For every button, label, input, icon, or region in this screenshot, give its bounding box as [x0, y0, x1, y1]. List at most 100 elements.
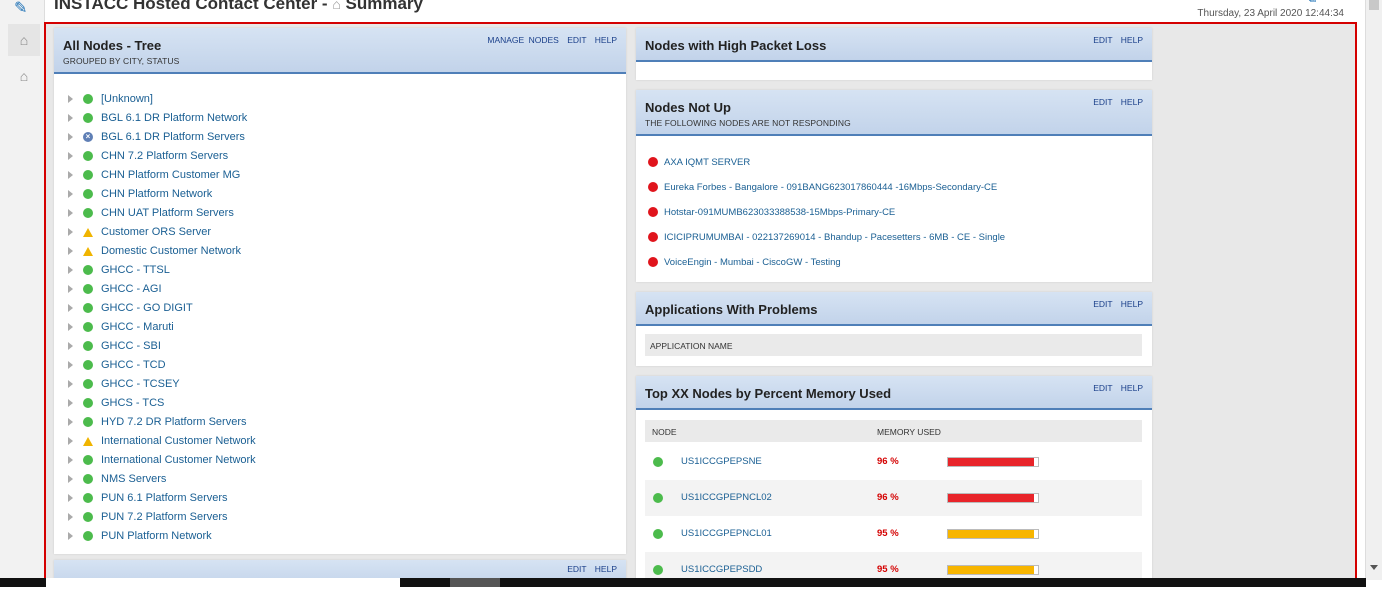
expand-triangle-icon[interactable]	[68, 304, 73, 312]
memory-table-row[interactable]: US1ICCGPEPNCL01 95 %	[645, 516, 1142, 552]
expand-triangle-icon[interactable]	[68, 418, 73, 426]
pencil-icon[interactable]: ✎	[14, 0, 27, 18]
expand-triangle-icon[interactable]	[68, 437, 73, 445]
tree-node-label[interactable]: Domestic Customer Network	[101, 245, 241, 257]
tree-node-label[interactable]: PUN Platform Network	[101, 530, 212, 542]
help-link[interactable]: HELP	[595, 564, 617, 574]
node-not-up-row[interactable]: VoiceEngin - Mumbai - CiscoGW - Testing	[648, 254, 841, 270]
expand-triangle-icon[interactable]	[68, 133, 73, 141]
tree-node-row[interactable]: International Customer Network	[68, 432, 256, 450]
tree-node-row[interactable]: GHCS - TCS	[68, 394, 164, 412]
node-not-up-label[interactable]: VoiceEngin - Mumbai - CiscoGW - Testing	[664, 257, 841, 268]
tree-node-label[interactable]: GHCC - GO DIGIT	[101, 302, 193, 314]
tree-node-row[interactable]: Domestic Customer Network	[68, 242, 241, 260]
tree-node-row[interactable]: [Unknown]	[68, 90, 153, 108]
expand-triangle-icon[interactable]	[68, 513, 73, 521]
tree-node-row[interactable]: GHCC - TCD	[68, 356, 166, 374]
expand-triangle-icon[interactable]	[68, 95, 73, 103]
column-header-application-name[interactable]: APPLICATION NAME	[650, 341, 733, 351]
node-not-up-label[interactable]: ICICIPRUMUMBAI - 022137269014 - Bhandup …	[664, 232, 1005, 243]
tree-node-label[interactable]: GHCC - AGI	[101, 283, 162, 295]
tree-node-row[interactable]: GHCC - GO DIGIT	[68, 299, 193, 317]
home-breadcrumb-icon[interactable]: ⌂	[332, 0, 340, 12]
help-link[interactable]: HELP	[595, 35, 617, 45]
memory-table-row[interactable]: US1ICCGPEPNCL02 96 %	[645, 480, 1142, 516]
tree-node-label[interactable]: [Unknown]	[101, 93, 153, 105]
help-link[interactable]: HELP	[1121, 97, 1143, 107]
tree-node-label[interactable]: CHN Platform Network	[101, 188, 212, 200]
tree-node-label[interactable]: HYD 7.2 DR Platform Servers	[101, 416, 246, 428]
tree-node-label[interactable]: BGL 6.1 DR Platform Network	[101, 112, 247, 124]
expand-triangle-icon[interactable]	[68, 323, 73, 331]
expand-triangle-icon[interactable]	[68, 171, 73, 179]
tree-node-row[interactable]: × BGL 6.1 DR Platform Servers	[68, 128, 245, 146]
tree-node-label[interactable]: International Customer Network	[101, 435, 256, 447]
expand-triangle-icon[interactable]	[68, 456, 73, 464]
memory-table-row[interactable]: US1ICCGPEPSDD 95 %	[645, 552, 1142, 578]
tree-node-label[interactable]: GHCC - TCSEY	[101, 378, 180, 390]
expand-triangle-icon[interactable]	[68, 532, 73, 540]
expand-triangle-icon[interactable]	[68, 228, 73, 236]
tree-node-row[interactable]: GHCC - TTSL	[68, 261, 170, 279]
tree-node-label[interactable]: BGL 6.1 DR Platform Servers	[101, 131, 245, 143]
edit-link[interactable]: EDIT	[1093, 97, 1112, 107]
manage-nodes-link[interactable]: MANAGE NODES	[487, 35, 558, 45]
tree-node-label[interactable]: CHN 7.2 Platform Servers	[101, 150, 228, 162]
tree-node-row[interactable]: HYD 7.2 DR Platform Servers	[68, 413, 246, 431]
memory-node-name[interactable]: US1ICCGPEPNCL02	[681, 492, 772, 503]
expand-triangle-icon[interactable]	[68, 247, 73, 255]
edit-link[interactable]: EDIT	[1093, 383, 1112, 393]
tree-node-row[interactable]: PUN Platform Network	[68, 527, 212, 545]
scroll-down-icon[interactable]	[1370, 565, 1378, 570]
memory-node-name[interactable]: US1ICCGPEPSDD	[681, 564, 762, 575]
column-header-memory-used[interactable]: MEMORY USED	[877, 427, 941, 437]
memory-node-name[interactable]: US1ICCGPEPSNE	[681, 456, 762, 467]
tree-node-label[interactable]: PUN 7.2 Platform Servers	[101, 511, 228, 523]
expand-triangle-icon[interactable]	[68, 209, 73, 217]
vertical-scrollbar[interactable]	[1365, 0, 1382, 580]
expand-triangle-icon[interactable]	[68, 342, 73, 350]
tree-node-label[interactable]: NMS Servers	[101, 473, 166, 485]
node-not-up-row[interactable]: Hotstar-091MUMB623033388538-15Mbps-Prima…	[648, 204, 895, 220]
tree-node-row[interactable]: GHCC - Maruti	[68, 318, 174, 336]
edit-link[interactable]: EDIT	[567, 35, 586, 45]
tree-node-label[interactable]: Customer ORS Server	[101, 226, 211, 238]
column-header-node[interactable]: NODE	[652, 427, 677, 437]
memory-table-row[interactable]: US1ICCGPEPSNE 96 %	[645, 444, 1142, 480]
expand-triangle-icon[interactable]	[68, 475, 73, 483]
tree-node-label[interactable]: GHCC - TTSL	[101, 264, 170, 276]
home-icon[interactable]: ⌂	[8, 24, 40, 56]
help-link[interactable]: HELP	[1121, 35, 1143, 45]
expand-triangle-icon[interactable]	[68, 114, 73, 122]
edit-link[interactable]: EDIT	[1093, 35, 1112, 45]
tree-node-row[interactable]: PUN 6.1 Platform Servers	[68, 489, 228, 507]
tree-node-row[interactable]: CHN Platform Customer MG	[68, 166, 240, 184]
tree-node-row[interactable]: GHCC - TCSEY	[68, 375, 180, 393]
tree-node-row[interactable]: CHN UAT Platform Servers	[68, 204, 234, 222]
expand-triangle-icon[interactable]	[68, 152, 73, 160]
tree-node-row[interactable]: GHCC - SBI	[68, 337, 161, 355]
tree-node-row[interactable]: CHN 7.2 Platform Servers	[68, 147, 228, 165]
tree-node-label[interactable]: GHCC - SBI	[101, 340, 161, 352]
expand-triangle-icon[interactable]	[68, 361, 73, 369]
tree-node-row[interactable]: Customer ORS Server	[68, 223, 211, 241]
home-icon-secondary[interactable]: ⌂	[8, 60, 40, 92]
node-not-up-row[interactable]: ICICIPRUMUMBAI - 022137269014 - Bhandup …	[648, 229, 1005, 245]
tree-node-row[interactable]: BGL 6.1 DR Platform Network	[68, 109, 247, 127]
expand-triangle-icon[interactable]	[68, 399, 73, 407]
expand-triangle-icon[interactable]	[68, 190, 73, 198]
tree-node-row[interactable]: International Customer Network	[68, 451, 256, 469]
node-not-up-row[interactable]: Eureka Forbes - Bangalore - 091BANG62301…	[648, 179, 997, 195]
help-link[interactable]: HELP	[1121, 299, 1143, 309]
tree-node-label[interactable]: GHCC - TCD	[101, 359, 166, 371]
node-not-up-label[interactable]: Hotstar-091MUMB623033388538-15Mbps-Prima…	[664, 207, 895, 218]
tree-node-row[interactable]: PUN 7.2 Platform Servers	[68, 508, 228, 526]
expand-triangle-icon[interactable]	[68, 266, 73, 274]
tree-node-label[interactable]: CHN UAT Platform Servers	[101, 207, 234, 219]
tree-node-label[interactable]: PUN 6.1 Platform Servers	[101, 492, 228, 504]
tree-node-row[interactable]: GHCC - AGI	[68, 280, 162, 298]
help-link[interactable]: HELP	[1121, 383, 1143, 393]
tree-node-label[interactable]: CHN Platform Customer MG	[101, 169, 240, 181]
node-not-up-row[interactable]: AXA IQMT SERVER	[648, 154, 750, 170]
show-in-new-mode-link[interactable]: ⧉	[1309, 0, 1316, 5]
